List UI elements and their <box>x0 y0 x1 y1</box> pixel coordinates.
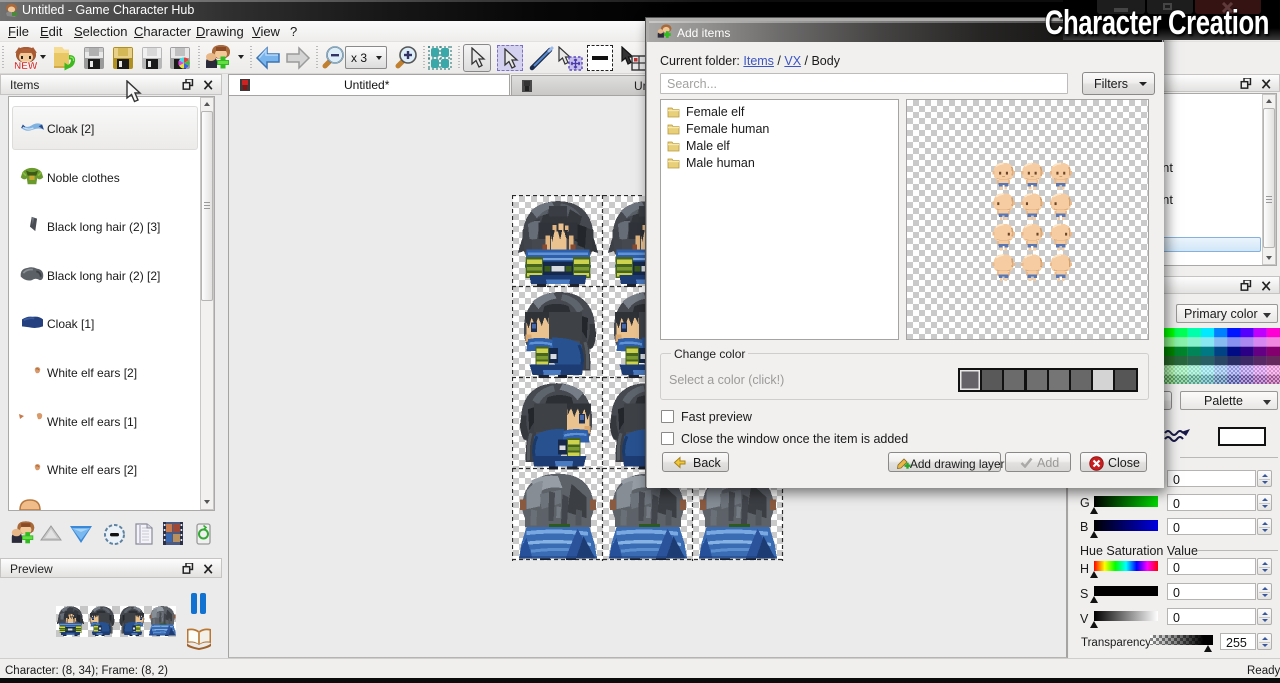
svg-text:NEW: NEW <box>14 61 38 71</box>
